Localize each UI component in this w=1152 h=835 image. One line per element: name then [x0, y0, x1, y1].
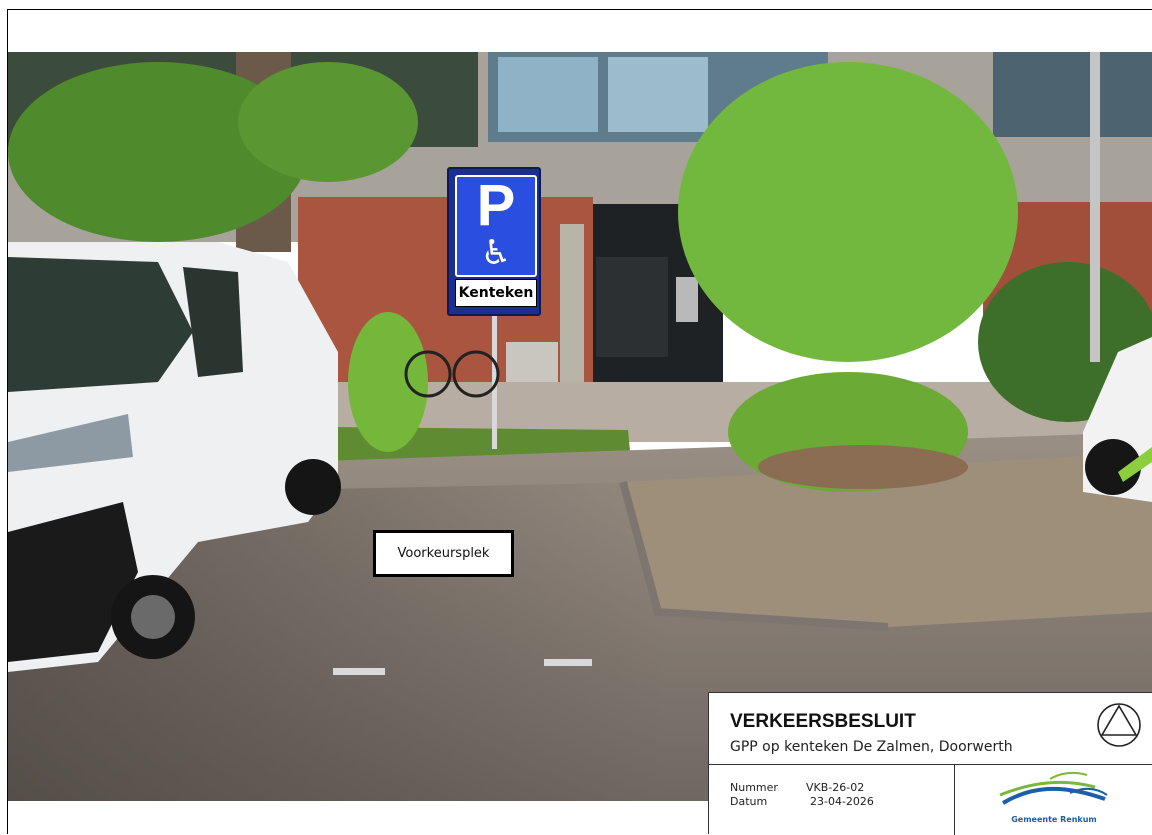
document-subtitle: GPP op kenteken De Zalmen, Doorwerth [730, 739, 1013, 755]
disabled-parking-sign: P ♿ Kenteken [447, 167, 541, 316]
date-label: Datum [730, 795, 768, 808]
title-block: VERKEERSBESLUIT GPP op kenteken De Zalme… [708, 692, 1152, 835]
triangle-in-circle-icon [1097, 703, 1141, 747]
sign-parking-letter: P [476, 173, 516, 238]
logo-text: Gemeente Renkum [1011, 815, 1097, 824]
title-block-meta: Nummer VKB-26-02 Datum 23-04-2026 [709, 765, 955, 835]
sign-subplate: Kenteken [455, 279, 537, 307]
sign-blue-panel: P ♿ [455, 175, 537, 277]
voorkeursplek-callout: Voorkeursplek [373, 530, 514, 577]
number-value: VKB-26-02 [806, 781, 865, 794]
number-label: Nummer [730, 781, 778, 794]
title-block-header: VERKEERSBESLUIT GPP op kenteken De Zalme… [709, 693, 1152, 765]
wheelchair-icon: ♿ [480, 233, 512, 273]
document-title: VERKEERSBESLUIT [730, 711, 916, 732]
renkum-logo-icon [999, 771, 1108, 805]
gemeente-renkum-logo: Gemeente Renkum [955, 765, 1152, 835]
number-row: Nummer VKB-26-02 [730, 781, 864, 794]
date-row: Datum 23-04-2026 [730, 795, 874, 808]
street-photo [8, 52, 1152, 801]
date-value: 23-04-2026 [810, 795, 874, 808]
